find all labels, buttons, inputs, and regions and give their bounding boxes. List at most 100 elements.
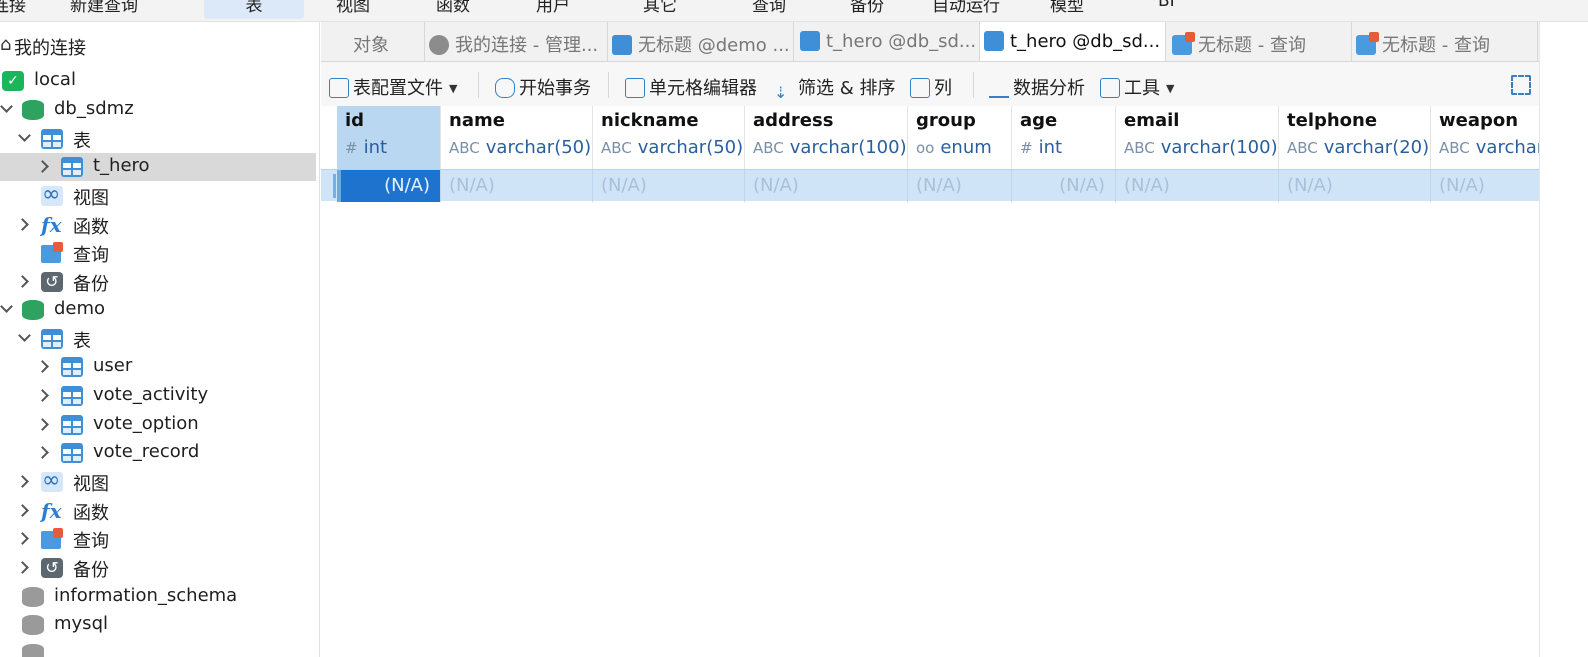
tools-button[interactable]: 工具 ▼ <box>1100 74 1174 100</box>
column-header-telphone[interactable]: telphone ABC varchar(20) <box>1279 106 1431 169</box>
tree-node-queries[interactable]: 查询 <box>0 525 316 553</box>
chevron-right-icon[interactable] <box>36 446 49 459</box>
columns-button[interactable]: 列 <box>910 74 952 100</box>
query-icon <box>1172 32 1195 55</box>
chevron-right-icon[interactable] <box>36 418 49 431</box>
tab-t_hero-1[interactable]: t_hero @db_sd... <box>794 22 980 61</box>
query-icon <box>41 528 63 549</box>
ribbon-automation[interactable]: 自动运行 <box>932 0 1000 16</box>
chevron-down-icon[interactable] <box>0 300 13 313</box>
table-profile-button[interactable]: 表配置文件 ▼ <box>329 74 457 100</box>
tree-node-user[interactable]: user <box>0 353 316 381</box>
side-panel-edge <box>1539 22 1588 657</box>
tab-untitled-query-2[interactable]: 无标题 - 查询 <box>1352 22 1538 61</box>
tree-node-tables[interactable]: 表 <box>0 125 316 153</box>
column-header-name[interactable]: name ABC varchar(50) <box>441 106 593 169</box>
pencil-icon <box>625 78 645 98</box>
tree-node-tables[interactable]: 表 <box>0 325 316 353</box>
connection-icon: ✓ <box>2 71 24 91</box>
tree-node-queries[interactable]: 查询 <box>0 239 316 267</box>
tree-node-mysql[interactable]: mysql <box>0 611 316 639</box>
cell-age[interactable]: (N/A) <box>1012 170 1116 202</box>
chevron-right-icon[interactable] <box>36 360 49 373</box>
chevron-right-icon[interactable] <box>16 561 29 574</box>
cell-weapon[interactable]: (N/A) <box>1431 170 1539 202</box>
chevron-down-icon[interactable] <box>18 329 31 342</box>
database-icon <box>22 100 44 120</box>
ribbon-view[interactable]: 视图 <box>336 0 370 16</box>
cell-name[interactable]: (N/A) <box>441 170 593 202</box>
column-header-id[interactable]: id # int <box>337 106 441 169</box>
tab-t_hero-2[interactable]: t_hero @db_sd... <box>980 22 1166 61</box>
function-icon: fx <box>41 213 62 237</box>
tree-node-views[interactable]: 视图 <box>0 182 316 210</box>
tree-node-backups[interactable]: ↺ 备份 <box>0 554 316 582</box>
ribbon-connect[interactable]: 连接 <box>0 0 26 16</box>
tree-node-vote_option[interactable]: vote_option <box>0 411 316 439</box>
text-type-icon: ABC <box>449 139 480 157</box>
chevron-down-icon[interactable] <box>0 100 13 113</box>
table-icon <box>612 35 632 55</box>
cell-email[interactable]: (N/A) <box>1116 170 1279 202</box>
tree-node-db_sdmz[interactable]: db_sdmz <box>0 96 316 124</box>
ribbon-function[interactable]: 函数 <box>436 0 470 16</box>
column-header-age[interactable]: age # int <box>1012 106 1116 169</box>
tree-node-t_hero[interactable]: t_hero <box>0 153 316 181</box>
chevron-right-icon[interactable] <box>16 475 29 488</box>
chevron-right-icon[interactable] <box>16 275 29 288</box>
tree-node-views[interactable]: 视图 <box>0 468 316 496</box>
table-icon <box>984 31 1004 51</box>
number-type-icon: # <box>345 139 358 157</box>
tree-node-partial[interactable] <box>0 640 316 657</box>
cell-group[interactable]: (N/A) <box>908 170 1012 202</box>
chevron-right-icon[interactable] <box>16 218 29 231</box>
chevron-down-icon[interactable] <box>18 129 31 142</box>
ribbon-model[interactable]: 模型 <box>1050 0 1084 16</box>
chevron-right-icon[interactable] <box>36 160 49 173</box>
cell-address[interactable]: (N/A) <box>745 170 908 202</box>
cell-editor-button[interactable]: 单元格编辑器 <box>625 74 757 100</box>
begin-transaction-button[interactable]: 开始事务 <box>495 74 591 100</box>
ribbon-other[interactable]: 其它 <box>643 0 677 16</box>
enum-type-icon: oo <box>916 139 935 157</box>
ribbon-user[interactable]: 用户 <box>536 0 570 16</box>
column-header-email[interactable]: email ABC varchar(100) <box>1116 106 1279 169</box>
tree-node-local[interactable]: ✓ local <box>0 67 316 95</box>
tab-untitled-demo[interactable]: 无标题 @demo ... <box>608 22 794 61</box>
ribbon-backup[interactable]: 备份 <box>850 0 884 16</box>
filter-sort-button[interactable]: ⇣ 筛选 & 排序 <box>774 74 895 103</box>
tab-untitled-query-1[interactable]: 无标题 - 查询 <box>1166 22 1352 61</box>
column-header-address[interactable]: address ABC varchar(100) <box>745 106 908 169</box>
ribbon-table[interactable]: 表 <box>204 0 304 19</box>
column-header-weapon[interactable]: weapon ABCvarchar( <box>1431 106 1539 169</box>
column-header-group[interactable]: group oo enum <box>908 106 1012 169</box>
cell-id[interactable]: (N/A) <box>337 170 441 202</box>
chevron-right-icon[interactable] <box>36 389 49 402</box>
ribbon-bi[interactable]: BI <box>1158 0 1175 11</box>
ribbon-new-query[interactable]: 新建查询 <box>70 0 138 16</box>
tree-node-demo[interactable]: demo <box>0 296 316 324</box>
tab-objects[interactable]: 对象 <box>321 22 425 61</box>
toolbox-icon <box>1100 78 1120 98</box>
connection-manager-icon <box>429 35 449 55</box>
tree-node-functions[interactable]: fx 函数 <box>0 497 316 525</box>
table-icon <box>61 386 83 406</box>
tree-node-vote_activity[interactable]: vote_activity <box>0 382 316 410</box>
cell-telphone[interactable]: (N/A) <box>1279 170 1431 202</box>
cell-nickname[interactable]: (N/A) <box>593 170 745 202</box>
database-icon <box>22 587 44 607</box>
fullscreen-icon[interactable] <box>1511 75 1531 95</box>
chevron-right-icon[interactable] <box>16 532 29 545</box>
tab-connection-manager[interactable]: 我的连接 - 管理... <box>425 22 608 61</box>
table-row[interactable]: (N/A) (N/A) (N/A) (N/A) (N/A) (N/A) (N/A… <box>321 169 1539 202</box>
tree-node-backups[interactable]: ↺ 备份 <box>0 268 316 296</box>
table-icon <box>61 157 83 177</box>
data-analysis-button[interactable]: 数据分析 <box>989 74 1085 100</box>
filter-icon: ⇣ <box>774 83 788 102</box>
ribbon-query[interactable]: 查询 <box>752 0 786 16</box>
chevron-right-icon[interactable] <box>16 504 29 517</box>
tree-node-information_schema[interactable]: information_schema <box>0 583 316 611</box>
tree-node-vote_record[interactable]: vote_record <box>0 439 316 467</box>
column-header-nickname[interactable]: nickname ABC varchar(50) <box>593 106 745 169</box>
tree-node-functions[interactable]: fx 函数 <box>0 211 316 239</box>
